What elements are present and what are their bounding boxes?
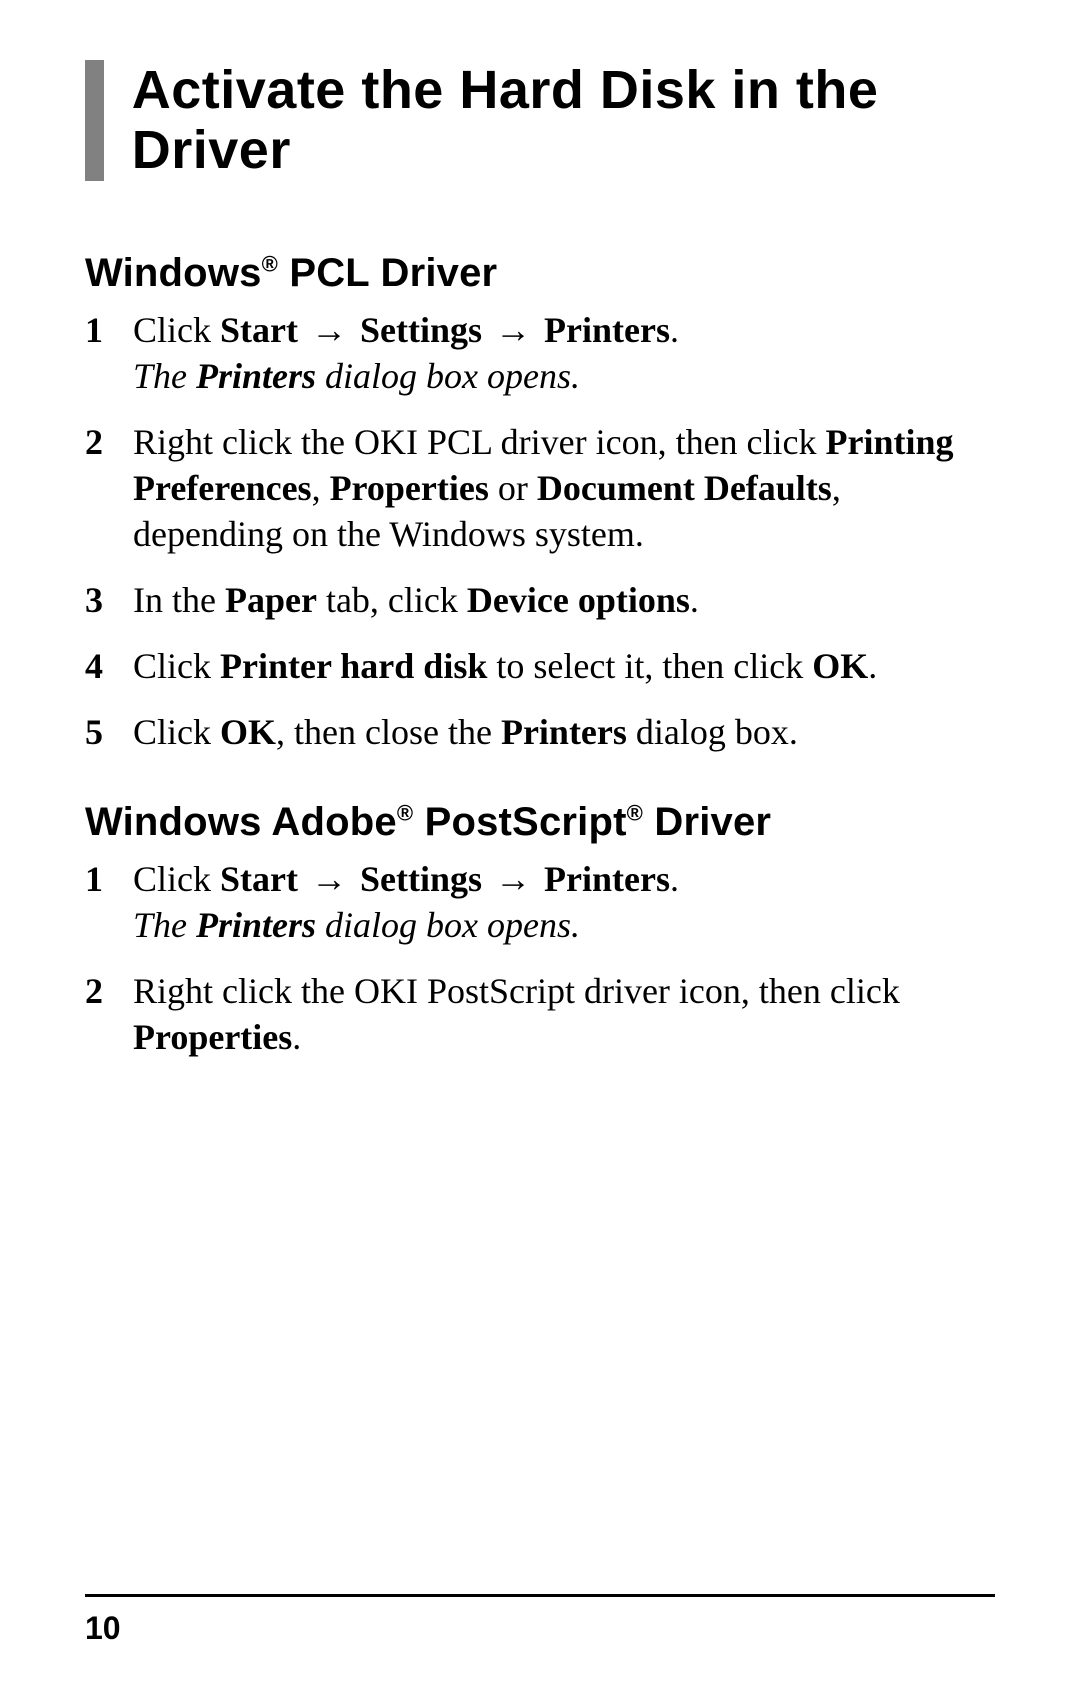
step-number: 1 — [85, 307, 133, 399]
text-run: Right click the OKI PostScript driver ic… — [133, 971, 900, 1011]
section1-heading-pre: Windows — [85, 251, 262, 295]
list-item: 2Right click the OKI PCL driver icon, th… — [85, 419, 995, 557]
text-run: In the — [133, 580, 225, 620]
step-content: Click Start → Settings → Printers. The Pr… — [133, 856, 995, 948]
step-text: Click OK, then close the Printers dialog… — [133, 712, 798, 752]
text-run: . — [690, 580, 699, 620]
text-run: tab, click — [317, 580, 467, 620]
title-block: Activate the Hard Disk in the Driver — [85, 60, 995, 181]
text-run: Click — [133, 859, 220, 899]
list-item: 1Click Start → Settings → Printers. The P… — [85, 856, 995, 948]
section2-heading: Windows Adobe® PostScript® Driver — [85, 800, 995, 844]
step-content: Right click the OKI PostScript driver ic… — [133, 968, 995, 1060]
step-text: Click Printer hard disk to select it, th… — [133, 646, 877, 686]
step-text: Right click the OKI PCL driver icon, the… — [133, 422, 954, 554]
text-run: Start — [220, 859, 298, 899]
text-run: The — [133, 356, 196, 396]
step-content: Click Printer hard disk to select it, th… — [133, 643, 995, 689]
text-run: → — [298, 310, 360, 350]
text-run: Click — [133, 646, 220, 686]
step-number: 4 — [85, 643, 133, 689]
text-run: dialog box. — [627, 712, 798, 752]
text-run: → — [298, 859, 360, 899]
text-run: → — [482, 859, 544, 899]
text-run: Printers — [196, 905, 316, 945]
text-run: OK — [812, 646, 868, 686]
text-run: . — [868, 646, 877, 686]
step-text: Right click the OKI PostScript driver ic… — [133, 971, 900, 1057]
text-run: Printers — [544, 859, 670, 899]
registered-icon: ® — [262, 252, 278, 277]
section2-step-list: 1Click Start → Settings → Printers. The P… — [85, 856, 995, 1060]
section2-heading-mid: PostScript — [413, 800, 626, 844]
page-title: Activate the Hard Disk in the Driver — [132, 60, 995, 181]
step-content: Click Start → Settings → Printers. The Pr… — [133, 307, 995, 399]
list-item: 5Click OK, then close the Printers dialo… — [85, 709, 995, 755]
text-run: . — [670, 310, 679, 350]
text-run: Right click the OKI PCL driver icon, the… — [133, 422, 826, 462]
registered-icon: ® — [397, 800, 413, 825]
list-item: 4Click Printer hard disk to select it, t… — [85, 643, 995, 689]
text-run: to select it, then click — [487, 646, 812, 686]
text-run: → — [482, 310, 544, 350]
step-number: 2 — [85, 419, 133, 557]
step-number: 1 — [85, 856, 133, 948]
text-run: , — [312, 468, 330, 508]
text-run: Device options — [467, 580, 690, 620]
text-run: Settings — [360, 310, 482, 350]
registered-icon: ® — [627, 800, 643, 825]
text-run: Click — [133, 310, 220, 350]
text-run: Click — [133, 712, 220, 752]
step-content: Click OK, then close the Printers dialog… — [133, 709, 995, 755]
step-text: Click Start → Settings → Printers. — [133, 859, 679, 899]
text-run: OK — [220, 712, 276, 752]
step-note: The Printers dialog box opens. — [133, 356, 580, 396]
text-run: . — [670, 859, 679, 899]
text-run: Start — [220, 310, 298, 350]
text-run: The — [133, 905, 196, 945]
section2-heading-pre: Windows Adobe — [85, 800, 397, 844]
step-content: In the Paper tab, click Device options. — [133, 577, 995, 623]
page-number: 10 — [85, 1610, 121, 1647]
step-content: Right click the OKI PCL driver icon, the… — [133, 419, 995, 557]
text-run: Properties — [330, 468, 489, 508]
footer-rule — [85, 1594, 995, 1597]
text-run: Printers — [501, 712, 627, 752]
section1-heading: Windows® PCL Driver — [85, 251, 995, 295]
text-run: dialog box opens. — [316, 905, 580, 945]
step-text: In the Paper tab, click Device options. — [133, 580, 699, 620]
text-run: Printers — [196, 356, 316, 396]
section1-step-list: 1Click Start → Settings → Printers.The P… — [85, 307, 995, 756]
list-item: 1Click Start → Settings → Printers. The P… — [85, 307, 995, 399]
text-run: Paper — [225, 580, 317, 620]
title-accent-bar — [85, 60, 104, 181]
text-run: , then close the — [276, 712, 501, 752]
list-item: 2Right click the OKI PostScript driver i… — [85, 968, 995, 1060]
text-run: . — [292, 1017, 301, 1057]
step-note: The Printers dialog box opens. — [133, 905, 580, 945]
step-text: Click Start → Settings → Printers. — [133, 310, 679, 350]
step-number: 5 — [85, 709, 133, 755]
step-number: 3 — [85, 577, 133, 623]
text-run: dialog box opens. — [316, 356, 580, 396]
text-run: or — [489, 468, 537, 508]
text-run: Printer hard disk — [220, 646, 487, 686]
text-run: Document Defaults — [537, 468, 832, 508]
section1-heading-post: PCL Driver — [278, 251, 497, 295]
step-number: 2 — [85, 968, 133, 1060]
page: Activate the Hard Disk in the Driver Win… — [0, 0, 1080, 1697]
text-run: Settings — [360, 859, 482, 899]
list-item: 3In the Paper tab, click Device options. — [85, 577, 995, 623]
text-run: Properties — [133, 1017, 292, 1057]
text-run: Printers — [544, 310, 670, 350]
section2-heading-post: Driver — [643, 800, 771, 844]
